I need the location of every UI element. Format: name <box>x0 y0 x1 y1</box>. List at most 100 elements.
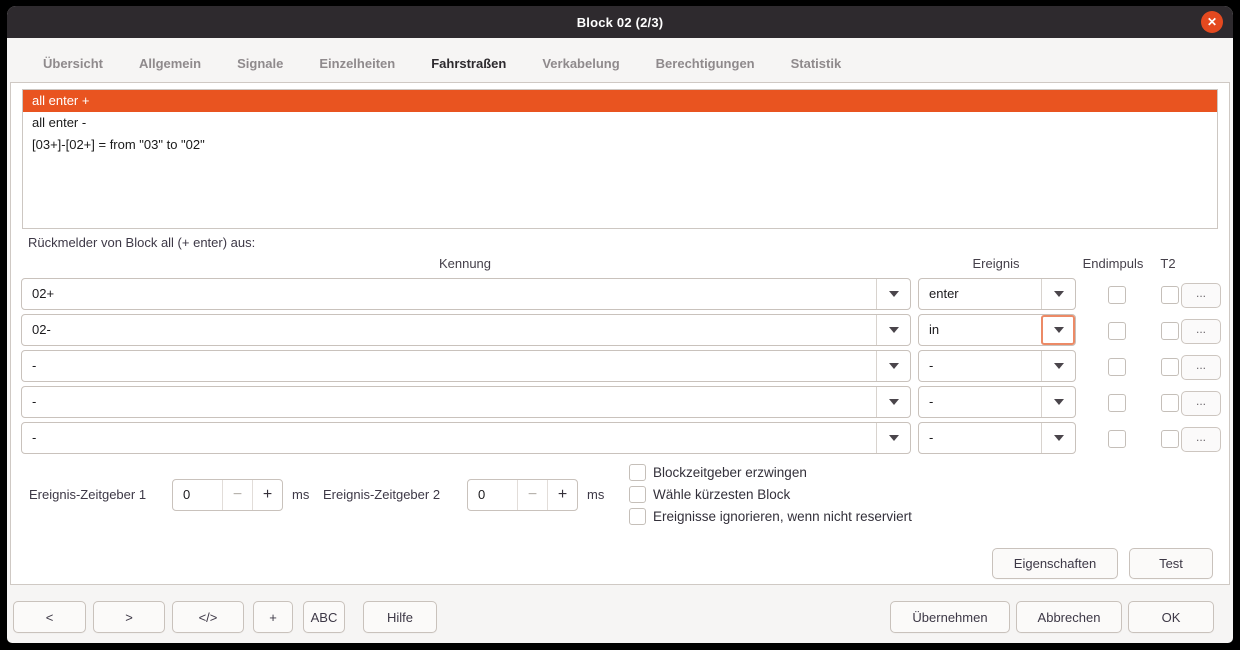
ereignis-value[interactable]: enter <box>929 279 1039 309</box>
chevron-down-icon <box>1054 435 1064 441</box>
chevron-down-icon <box>1054 399 1064 405</box>
tab-fahrstrassen[interactable]: Fahrstraßen <box>413 38 524 88</box>
endimpuls-checkbox[interactable] <box>1108 322 1126 340</box>
t2-checkbox[interactable] <box>1161 286 1179 304</box>
tab-label: Fahrstraßen <box>431 56 506 71</box>
option-kuerzester-block[interactable]: Wähle kürzesten Block <box>629 485 790 503</box>
timer2-spinner[interactable]: 0 − + <box>467 479 578 511</box>
ereignis-combobox[interactable]: - <box>918 422 1076 454</box>
ereignis-value[interactable]: - <box>929 387 1039 417</box>
tab-label: Einzelheiten <box>319 56 395 71</box>
dropdown-arrow-button[interactable] <box>1041 387 1075 417</box>
kennung-value[interactable]: - <box>32 423 874 453</box>
kennung-value[interactable]: 02+ <box>32 279 874 309</box>
dropdown-arrow-button[interactable] <box>876 279 910 309</box>
t2-checkbox[interactable] <box>1161 394 1179 412</box>
kennung-value[interactable]: 02- <box>32 315 874 345</box>
dropdown-arrow-button[interactable] <box>1041 351 1075 381</box>
dropdown-arrow-button[interactable] <box>876 351 910 381</box>
option-ereignisse-ignorieren[interactable]: Ereignisse ignorieren, wenn nicht reserv… <box>629 507 912 525</box>
option-label: Blockzeitgeber erzwingen <box>653 465 807 480</box>
code-button[interactable]: </> <box>172 601 244 633</box>
close-icon[interactable]: ✕ <box>1201 11 1223 33</box>
dropdown-arrow-button[interactable] <box>876 423 910 453</box>
minus-button[interactable]: − <box>517 480 547 510</box>
ereignis-combobox[interactable]: - <box>918 350 1076 382</box>
uebernehmen-button[interactable]: Übernehmen <box>890 601 1010 633</box>
timer2-unit: ms <box>587 479 604 511</box>
dropdown-arrow-button[interactable] <box>1041 279 1075 309</box>
t2-checkbox[interactable] <box>1161 322 1179 340</box>
more-button[interactable]: ... <box>1181 355 1221 380</box>
list-item[interactable]: all enter + <box>23 90 1217 112</box>
dialog-window: Block 02 (2/3) ✕ Übersicht Allgemein Sig… <box>7 6 1233 643</box>
kennung-combobox[interactable]: 02+ <box>21 278 911 310</box>
checkbox[interactable] <box>629 486 646 503</box>
chevron-down-icon <box>889 435 899 441</box>
more-button[interactable]: ... <box>1181 427 1221 452</box>
more-button[interactable]: ... <box>1181 391 1221 416</box>
ereignis-value[interactable]: in <box>929 315 1039 345</box>
more-button[interactable]: ... <box>1181 319 1221 344</box>
ereignis-combobox[interactable]: - <box>918 386 1076 418</box>
plus-button[interactable]: + <box>252 480 282 510</box>
tab-einzelheiten[interactable]: Einzelheiten <box>301 38 413 88</box>
t2-checkbox[interactable] <box>1161 358 1179 376</box>
dropdown-arrow-button[interactable] <box>1041 315 1075 345</box>
minus-button[interactable]: − <box>222 480 252 510</box>
tab-uebersicht[interactable]: Übersicht <box>25 38 121 88</box>
abc-button[interactable]: ABC <box>303 601 345 633</box>
prev-button[interactable]: < <box>13 601 86 633</box>
chevron-down-icon <box>889 327 899 333</box>
kennung-combobox[interactable]: - <box>21 422 911 454</box>
route-list[interactable]: all enter + all enter - [03+]-[02+] = fr… <box>22 89 1218 229</box>
t2-checkbox[interactable] <box>1161 430 1179 448</box>
window-title: Block 02 (2/3) <box>577 15 664 30</box>
timer1-value[interactable]: 0 <box>183 480 190 510</box>
checkbox[interactable] <box>629 464 646 481</box>
hilfe-button[interactable]: Hilfe <box>363 601 437 633</box>
kennung-combobox[interactable]: - <box>21 386 911 418</box>
chevron-down-icon <box>1054 291 1064 297</box>
add-button[interactable]: + <box>253 601 293 633</box>
tab-statistik[interactable]: Statistik <box>773 38 860 88</box>
abbrechen-button[interactable]: Abbrechen <box>1016 601 1122 633</box>
list-item[interactable]: all enter - <box>23 112 1217 134</box>
kennung-value[interactable]: - <box>32 387 874 417</box>
chevron-down-icon <box>1054 363 1064 369</box>
list-item[interactable]: [03+]-[02+] = from "03" to "02" <box>23 134 1217 156</box>
dropdown-arrow-button[interactable] <box>876 387 910 417</box>
tab-berechtigungen[interactable]: Berechtigungen <box>638 38 773 88</box>
plus-button[interactable]: + <box>547 480 577 510</box>
more-button[interactable]: ... <box>1181 283 1221 308</box>
ereignis-value[interactable]: - <box>929 423 1039 453</box>
kennung-combobox[interactable]: - <box>21 350 911 382</box>
ereignis-combobox[interactable]: enter <box>918 278 1076 310</box>
tab-signale[interactable]: Signale <box>219 38 301 88</box>
endimpuls-checkbox[interactable] <box>1108 286 1126 304</box>
timer1-label: Ereignis-Zeitgeber 1 <box>29 479 146 511</box>
endimpuls-checkbox[interactable] <box>1108 394 1126 412</box>
tab-label: Signale <box>237 56 283 71</box>
chevron-down-icon <box>889 363 899 369</box>
tab-allgemein[interactable]: Allgemein <box>121 38 219 88</box>
eigenschaften-button[interactable]: Eigenschaften <box>992 548 1118 579</box>
tab-verkabelung[interactable]: Verkabelung <box>524 38 637 88</box>
option-blockzeitgeber[interactable]: Blockzeitgeber erzwingen <box>629 463 807 481</box>
timer1-spinner[interactable]: 0 − + <box>172 479 283 511</box>
column-header-kennung: Kennung <box>415 256 515 271</box>
ereignis-combobox-focused[interactable]: in <box>918 314 1076 346</box>
kennung-value[interactable]: - <box>32 351 874 381</box>
endimpuls-checkbox[interactable] <box>1108 430 1126 448</box>
endimpuls-checkbox[interactable] <box>1108 358 1126 376</box>
dropdown-arrow-button[interactable] <box>1041 423 1075 453</box>
ereignis-value[interactable]: - <box>929 351 1039 381</box>
checkbox[interactable] <box>629 508 646 525</box>
dropdown-arrow-button[interactable] <box>876 315 910 345</box>
next-button[interactable]: > <box>93 601 165 633</box>
timer2-value[interactable]: 0 <box>478 480 485 510</box>
kennung-combobox[interactable]: 02- <box>21 314 911 346</box>
titlebar[interactable]: Block 02 (2/3) ✕ <box>7 6 1233 38</box>
ok-button[interactable]: OK <box>1128 601 1214 633</box>
test-button[interactable]: Test <box>1129 548 1213 579</box>
